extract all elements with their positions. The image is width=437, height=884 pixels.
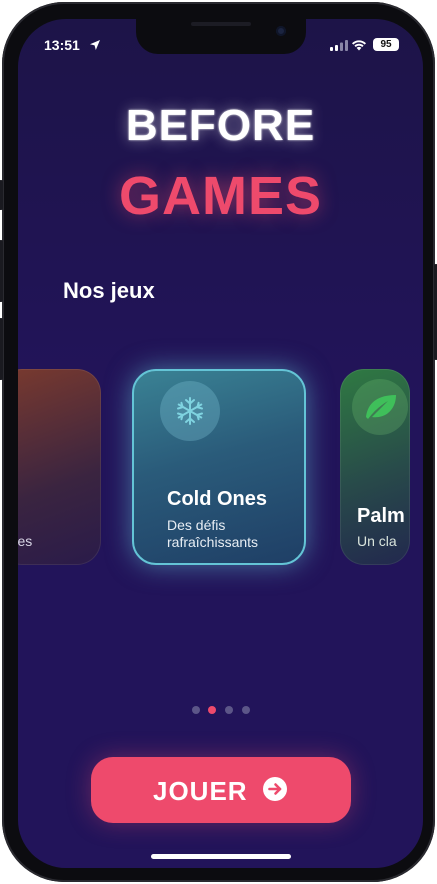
game-icon-bubble [352,379,408,435]
game-card-palm[interactable]: Palm Un cla [340,369,410,565]
leaf-icon [366,395,396,419]
snowflake-icon [177,397,203,425]
app-title-line2: GAMES [118,166,323,226]
game-card-description: ntées [18,533,33,549]
arrow-right-circle-icon [263,777,287,801]
app-screen: 13:51 95 BEFORE GAMES Nos jeux ntées [18,19,423,868]
carousel-pagination [189,706,259,716]
volume-down-button [0,318,3,380]
status-time: 13:51 [44,37,80,53]
cellular-signal-icon [330,40,348,51]
home-indicator[interactable] [151,854,291,859]
game-card-description: Un cla [357,533,397,549]
battery-indicator: 95 [373,38,399,51]
play-button-label: JOUER [153,776,248,806]
speaker-grille [191,22,251,26]
status-bar: 13:51 95 [18,37,423,57]
page-dot[interactable] [225,706,233,714]
game-icon-bubble [160,381,220,441]
game-card-description: Des défis rafraîchissants [167,517,259,550]
game-card-title: Palm [357,505,405,527]
page-dot[interactable] [192,706,200,714]
wifi-icon [352,40,366,51]
game-card-cold-ones[interactable]: Cold Ones Des défis rafraîchissants [132,369,306,565]
app-title-line1: BEFORE [125,101,316,150]
game-card-title: Cold Ones [167,488,268,510]
game-card-previous[interactable]: ntées [18,369,101,565]
section-title: Nos jeux [63,278,155,303]
location-arrow-icon [90,40,100,50]
phone-frame: 13:51 95 BEFORE GAMES Nos jeux ntées [0,2,437,882]
mute-switch [0,180,3,210]
play-button[interactable]: JOUER [91,757,351,823]
front-camera [276,26,286,36]
page-dot-active[interactable] [208,706,216,714]
page-dot[interactable] [242,706,250,714]
volume-up-button [0,240,3,302]
